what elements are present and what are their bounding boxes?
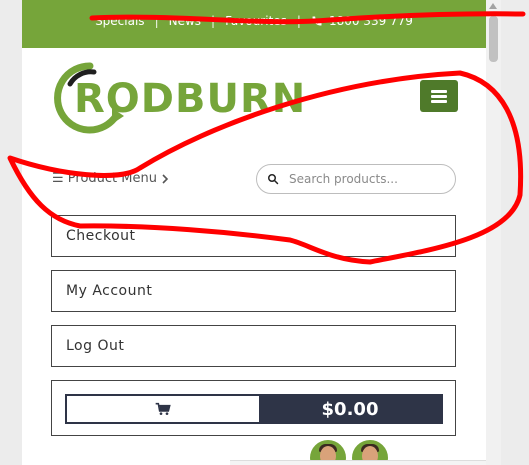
top-separator: |	[154, 14, 159, 28]
phone-link[interactable]: 1800 339 779	[311, 14, 413, 28]
cart-total[interactable]: $0.00	[259, 396, 441, 422]
chevron-right-icon	[162, 173, 169, 184]
scroll-up-icon[interactable]	[489, 3, 497, 9]
top-link-specials[interactable]: Specials	[95, 14, 145, 28]
cart-icon-area[interactable]	[67, 396, 259, 422]
log-out-button[interactable]: Log Out	[51, 325, 456, 367]
checkout-button[interactable]: Checkout	[51, 215, 456, 257]
product-menu-label: ☰ Product Menu	[52, 171, 157, 186]
rodburn-logo[interactable]: RODBURN	[50, 58, 305, 136]
top-link-favourites[interactable]: Favourites	[225, 14, 287, 28]
page: Specials | News | Favourites | 1800 339 …	[22, 0, 486, 465]
top-separator: |	[296, 14, 301, 28]
my-account-button[interactable]: My Account	[51, 270, 456, 312]
logo-wordmark: RODBURN	[74, 76, 307, 122]
chat-widget-bar[interactable]	[230, 460, 486, 465]
cart-widget: $0.00	[51, 380, 456, 436]
top-links: Specials | News | Favourites | 1800 339 …	[95, 14, 413, 28]
scrollbar-thumb[interactable]	[489, 16, 498, 62]
phone-icon	[312, 16, 322, 26]
top-link-news[interactable]: News	[169, 14, 201, 28]
product-menu-toggle[interactable]: ☰ Product Menu	[52, 171, 169, 186]
search-box[interactable]	[256, 164, 456, 194]
cart-button[interactable]: $0.00	[65, 394, 443, 424]
search-input[interactable]	[287, 171, 441, 187]
hamburger-menu-button[interactable]	[420, 80, 458, 112]
top-separator: |	[211, 14, 216, 28]
cart-icon	[155, 402, 171, 415]
page-scrollbar[interactable]	[486, 0, 501, 465]
phone-number: 1800 339 779	[328, 14, 413, 28]
top-bar: Specials | News | Favourites | 1800 339 …	[22, 0, 486, 48]
hamburger-icon	[431, 88, 447, 105]
search-icon	[268, 174, 279, 185]
